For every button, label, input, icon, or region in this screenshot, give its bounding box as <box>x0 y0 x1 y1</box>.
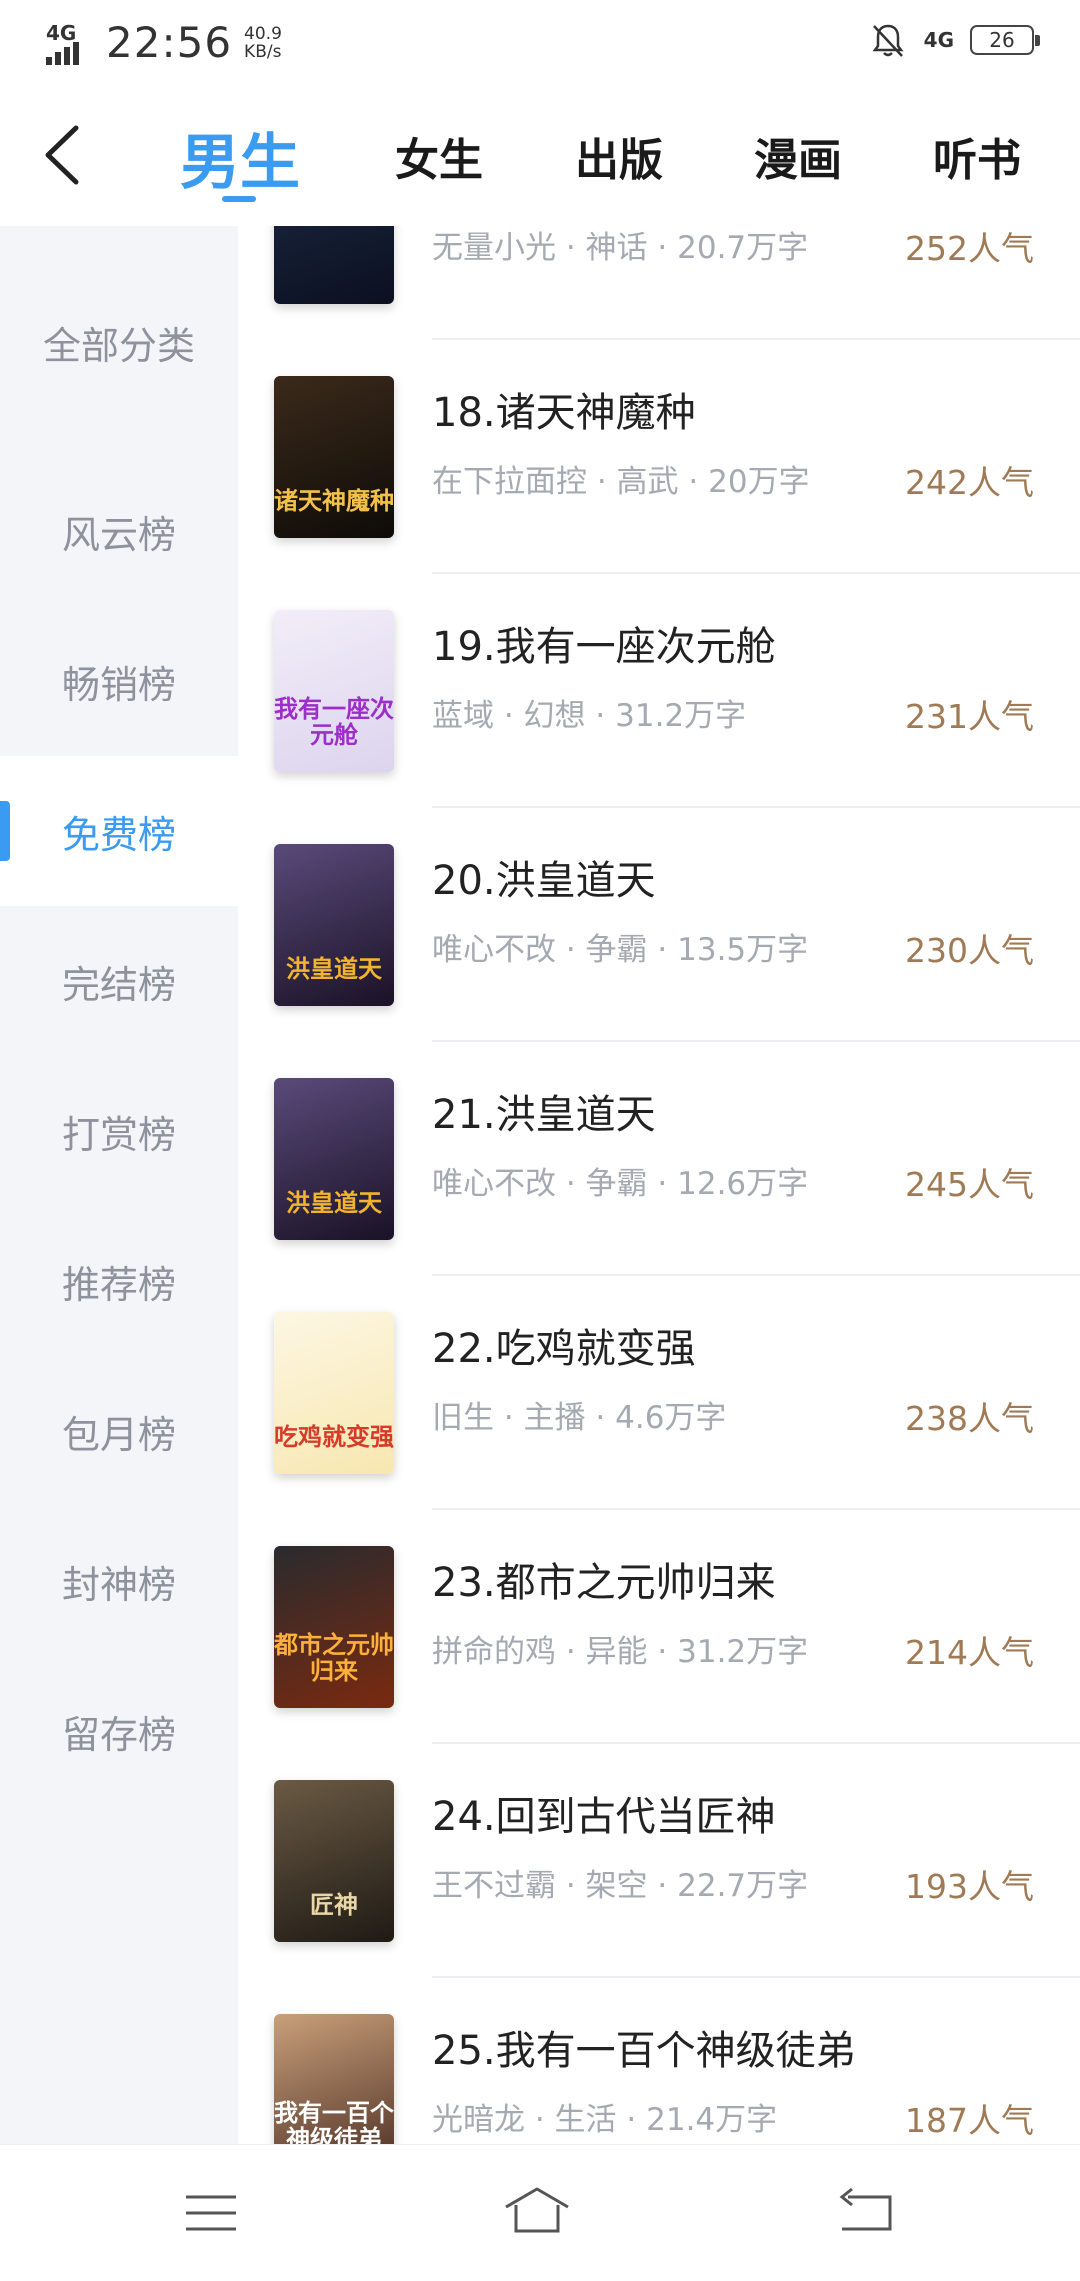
book-popularity: 242人气 <box>905 463 1034 502</box>
book-meta: 无量小光 · 神话 · 20.7万字 <box>432 230 809 266</box>
list-item[interactable]: 都市之元帅归来 23.都市之元帅归来 拼命的鸡 · 异能 · 31.2万字 21… <box>238 1510 1080 1744</box>
tab-female[interactable]: 女生 <box>395 124 483 188</box>
sidebar-item-tips[interactable]: 打赏榜 <box>0 1056 238 1206</box>
cover-title: 吃鸡就变强 <box>274 1422 394 1451</box>
sidebar-item-monthly[interactable]: 包月榜 <box>0 1356 238 1506</box>
book-popularity: 252人气 <box>905 229 1034 268</box>
sidebar-item-bestseller[interactable]: 畅销榜 <box>0 606 238 756</box>
list-item[interactable]: 洪皇道天 20.洪皇道天 唯心不改 · 争霸 · 13.5万字 230人气 <box>238 808 1080 1042</box>
cover-title: 我有一百个神级徒弟 <box>274 2098 394 2145</box>
book-title: 22.吃鸡就变强 <box>432 1326 696 1372</box>
cover-title: 都市之元帅归来 <box>274 1630 394 1685</box>
cover-title: 我有一座次元舱 <box>274 694 394 749</box>
sidebar-item-free[interactable]: 免费榜 <box>0 756 238 906</box>
sidebar-item-label: 留存榜 <box>61 1712 176 1757</box>
book-cover: 吃鸡就变强 <box>274 1312 394 1474</box>
list-item[interactable]: 洪皇道天 21.洪皇道天 唯心不改 · 争霸 · 12.6万字 245人气 <box>238 1042 1080 1276</box>
cover-title: 洪皇道天 <box>286 954 382 983</box>
book-cover: 匠神 <box>274 1780 394 1942</box>
tab-publish[interactable]: 出版 <box>575 124 663 188</box>
back-arrow-icon[interactable] <box>36 120 96 190</box>
book-popularity: 193人气 <box>905 1867 1034 1906</box>
book-popularity: 238人气 <box>905 1399 1034 1438</box>
active-tab-indicator <box>222 196 256 202</box>
sidebar-item-label: 完结榜 <box>61 962 176 1007</box>
status-right: 4G 26 <box>868 20 1040 60</box>
sidebar-item-label: 全部分类 <box>42 323 195 368</box>
tab-comics[interactable]: 漫画 <box>754 124 842 188</box>
book-title: 19.我有一座次元舱 <box>432 624 776 670</box>
sidebar-item-label: 免费榜 <box>61 812 176 857</box>
book-cover: 都市之元帅归来 <box>274 1546 394 1708</box>
book-popularity: 187人气 <box>905 2101 1034 2140</box>
cover-title: 诸天神魔种 <box>274 486 394 515</box>
book-title: 24.回到古代当匠神 <box>432 1794 776 1840</box>
book-meta: 王不过霸 · 架空 · 22.7万字 <box>432 1868 809 1904</box>
sidebar-item-all-categories[interactable]: 全部分类 <box>0 267 238 417</box>
clock: 22:56 <box>106 18 233 67</box>
list-item[interactable]: 我有一百个神级徒弟 25.我有一百个神级徒弟 光暗龙 · 生活 · 21.4万字… <box>238 1978 1080 2144</box>
book-cover: 洪皇道天 <box>274 844 394 1006</box>
cover-title: 洪皇道天 <box>286 1188 382 1217</box>
tab-audiobooks[interactable]: 听书 <box>933 124 1021 188</box>
home-icon[interactable] <box>502 2183 572 2243</box>
book-cover: 诸天神魔种 <box>274 376 394 538</box>
book-meta: 光暗龙 · 生活 · 21.4万字 <box>432 2102 778 2138</box>
sidebar-item-recommended[interactable]: 推荐榜 <box>0 1206 238 1356</box>
status-bar: 4G 22:56 40.9 KB/s 4G 26 <box>0 0 1080 86</box>
speed-value: 40.9 <box>244 23 282 44</box>
list-item[interactable]: 匠神 24.回到古代当匠神 王不过霸 · 架空 · 22.7万字 193人气 <box>238 1744 1080 1978</box>
active-indicator <box>0 801 10 861</box>
bell-muted-icon <box>872 24 904 57</box>
sidebar-item-label: 封神榜 <box>61 1562 176 1607</box>
sidebar-item-label: 畅销榜 <box>61 662 176 707</box>
book-meta: 唯心不改 · 争霸 · 13.5万字 <box>432 932 809 968</box>
sidebar-item-completed[interactable]: 完结榜 <box>0 906 238 1056</box>
book-list: 无量小光 · 神话 · 20.7万字 252人气 诸天神魔种 18.诸天神魔种 … <box>238 226 1080 2144</box>
header: 男生 女生 出版 漫画 听书 <box>0 86 1080 226</box>
sidebar-item-fengshen[interactable]: 封神榜 <box>0 1506 238 1656</box>
book-popularity: 231人气 <box>905 697 1034 736</box>
book-popularity: 245人气 <box>905 1165 1034 1204</box>
sidebar-item-fengyun[interactable]: 风云榜 <box>0 456 238 606</box>
list-item[interactable]: 无量小光 · 神话 · 20.7万字 252人气 <box>238 226 1080 340</box>
system-nav-bar <box>0 2144 1080 2281</box>
book-cover: 洪皇道天 <box>274 1078 394 1240</box>
back-icon[interactable] <box>830 2183 900 2243</box>
menu-icon[interactable] <box>176 2183 246 2243</box>
sidebar-item-label: 推荐榜 <box>61 1262 176 1307</box>
book-cover: 我有一座次元舱 <box>274 610 394 772</box>
battery-icon: 26 <box>970 25 1040 55</box>
network-type-2: 4G <box>923 28 954 52</box>
book-meta: 唯心不改 · 争霸 · 12.6万字 <box>432 1166 809 1202</box>
list-item[interactable]: 诸天神魔种 18.诸天神魔种 在下拉面控 · 高武 · 20万字 242人气 <box>238 340 1080 574</box>
status-left: 4G 22:56 40.9 KB/s <box>46 18 282 67</box>
book-title: 23.都市之元帅归来 <box>432 1560 776 1606</box>
book-meta: 在下拉面控 · 高武 · 20万字 <box>432 464 810 500</box>
book-meta: 蓝域 · 幻想 · 31.2万字 <box>432 698 747 734</box>
book-cover <box>274 226 394 304</box>
network-speed: 40.9 KB/s <box>244 25 282 61</box>
battery-level: 26 <box>989 28 1015 52</box>
book-popularity: 230人气 <box>905 931 1034 970</box>
sidebar-item-label: 风云榜 <box>61 512 176 557</box>
book-meta: 拼命的鸡 · 异能 · 31.2万字 <box>432 1634 809 1670</box>
sidebar-item-label: 包月榜 <box>61 1412 176 1457</box>
tab-male[interactable]: 男生 <box>180 114 300 201</box>
book-cover: 我有一百个神级徒弟 <box>274 2014 394 2144</box>
book-title: 21.洪皇道天 <box>432 1092 656 1138</box>
sidebar-item-retention[interactable]: 留存榜 <box>0 1656 238 1806</box>
ranking-sidebar: 全部分类 风云榜 畅销榜 免费榜 完结榜 打赏榜 推荐榜 包月榜 封神榜 留存榜 <box>0 226 238 2144</box>
list-item[interactable]: 我有一座次元舱 19.我有一座次元舱 蓝域 · 幻想 · 31.2万字 231人… <box>238 574 1080 808</box>
book-title: 25.我有一百个神级徒弟 <box>432 2028 856 2074</box>
sidebar-item-label: 打赏榜 <box>61 1112 176 1157</box>
signal-icon: 4G <box>46 21 96 65</box>
book-popularity: 214人气 <box>905 1633 1034 1672</box>
book-meta: 旧生 · 主播 · 4.6万字 <box>432 1400 727 1436</box>
book-title: 18.诸天神魔种 <box>432 390 696 436</box>
list-item[interactable]: 吃鸡就变强 22.吃鸡就变强 旧生 · 主播 · 4.6万字 238人气 <box>238 1276 1080 1510</box>
speed-unit: KB/s <box>244 41 282 62</box>
book-title: 20.洪皇道天 <box>432 858 656 904</box>
cover-title: 匠神 <box>310 1890 358 1919</box>
